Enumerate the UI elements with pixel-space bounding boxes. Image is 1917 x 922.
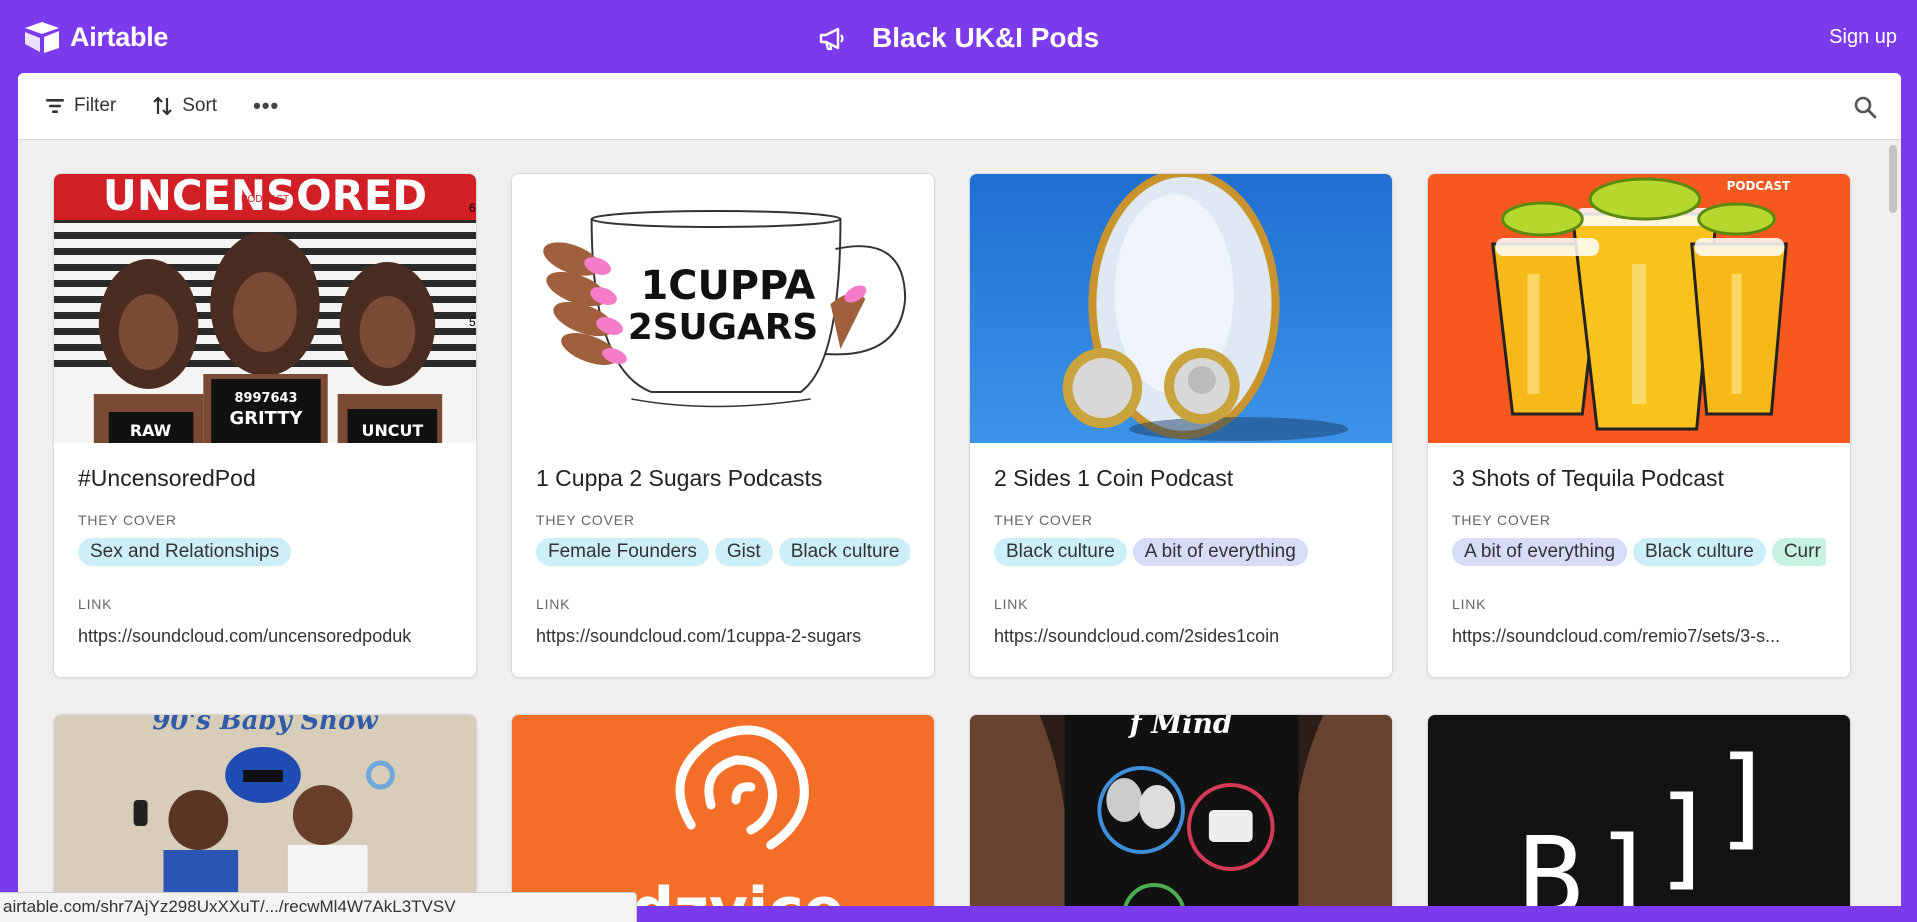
gallery-panel: Filter Sort ••• UNCENSORED PODCAST 6 5 R… (18, 73, 1901, 906)
field-label-covers: THEY COVER (994, 512, 1093, 528)
svg-text:PODCAST: PODCAST (1727, 179, 1791, 193)
link-value: https://soundcloud.com/uncensoredpoduk (78, 626, 412, 646)
record-card[interactable]: rdzvice (511, 714, 935, 906)
tag-list: A bit of everything Black culture Curr (1452, 538, 1826, 566)
brand[interactable]: Airtable (22, 20, 168, 54)
tag: Female Founders (536, 538, 709, 566)
record-card[interactable]: B ] ] ] (1427, 714, 1851, 906)
airtable-logo-icon (25, 22, 59, 53)
field-label-covers: THEY COVER (1452, 512, 1551, 528)
sort-icon (153, 96, 173, 116)
tag: Curr (1771, 538, 1826, 566)
more-icon[interactable]: ••• (253, 93, 279, 119)
svg-text:]: ] (1652, 773, 1718, 901)
field-label-covers: THEY COVER (78, 512, 177, 528)
svg-text:UNCUT: UNCUT (362, 421, 424, 440)
megaphone-icon (819, 27, 844, 51)
svg-text:RAW: RAW (130, 421, 172, 440)
cover-text: PODCAST (241, 194, 289, 205)
tag-list: Female Founders Gist Black culture (536, 538, 910, 566)
tag: Black culture (1633, 538, 1766, 566)
field-label-link: LINK (536, 596, 571, 612)
filter-label: Filter (74, 95, 117, 116)
svg-text:]: ] (1712, 733, 1778, 861)
card-cover-image: 90's Baby Show (54, 715, 476, 906)
card-cover-image: 1CUPPA 2SUGARS (512, 174, 934, 443)
svg-text:90's Baby Show: 90's Baby Show (152, 715, 379, 736)
svg-text:rdzvice: rdzvice (602, 875, 844, 906)
tag: A bit of everything (1452, 538, 1628, 566)
card-cover-image: UNCENSORED PODCAST 6 5 RAW 8997643 GRITT… (54, 174, 476, 443)
card-cover-image: f Mind (970, 715, 1392, 906)
record-card[interactable]: 1CUPPA 2SUGARS 1 Cuppa 2 Sugars Podcasts… (511, 173, 935, 678)
tag-list: Black culture A bit of everything (994, 538, 1368, 566)
card-cover-image: PODCAST (1428, 174, 1850, 443)
svg-text:1CUPPA: 1CUPPA (641, 263, 816, 309)
card-title: 3 Shots of Tequila Podcast (1452, 465, 1724, 491)
svg-text:6: 6 (469, 201, 476, 215)
card-cover-image (970, 174, 1392, 443)
tag: Gist (714, 538, 773, 566)
svg-text:5: 5 (469, 315, 476, 329)
signup-link[interactable]: Sign up (1829, 26, 1897, 49)
record-card[interactable]: f Mind (969, 714, 1393, 906)
svg-text:f Mind: f Mind (1128, 715, 1233, 740)
card-title: 1 Cuppa 2 Sugars Podcasts (536, 465, 823, 491)
filter-icon (46, 99, 64, 113)
svg-text:]: ] (1592, 813, 1658, 906)
tag-list: Sex and Relationships (78, 538, 452, 566)
link-value: https://soundcloud.com/1cuppa-2-sugars (536, 626, 862, 646)
svg-text:GRITTY: GRITTY (230, 408, 304, 429)
field-label-link: LINK (994, 596, 1029, 612)
card-title: #UncensoredPod (78, 465, 256, 491)
record-card[interactable]: 2 Sides 1 Coin Podcast THEY COVER Black … (969, 173, 1393, 678)
tag: Black culture (994, 538, 1127, 566)
filter-button[interactable]: Filter (44, 95, 116, 117)
svg-text:B: B (1518, 813, 1584, 906)
card-title: 2 Sides 1 Coin Podcast (994, 465, 1234, 491)
field-label-link: LINK (1452, 596, 1487, 612)
link-value: https://soundcloud.com/2sides1coin (994, 626, 1280, 646)
view-toolbar: Filter Sort ••• (18, 73, 1901, 140)
svg-text:2SUGARS: 2SUGARS (628, 307, 818, 348)
link-value: https://soundcloud.com/remio7/sets/3-s..… (1452, 626, 1781, 646)
field-label-link: LINK (78, 596, 113, 612)
base-title: Black UK&I Pods (818, 20, 1099, 56)
svg-text:8997643: 8997643 (235, 391, 298, 406)
status-bar-url: airtable.com/shr7AjYz298UxXXuT/.../recwM… (0, 892, 637, 922)
record-card[interactable]: 90's Baby Show (53, 714, 477, 906)
tag: Sex and Relationships (78, 538, 292, 566)
page-title: Black UK&I Pods (872, 22, 1100, 53)
card-cover-image: B ] ] ] (1428, 715, 1850, 906)
scrollbar[interactable] (1889, 145, 1897, 213)
search-icon[interactable] (1853, 95, 1877, 119)
tag: Black culture (778, 538, 910, 566)
sort-button[interactable]: Sort (152, 95, 217, 117)
tag: A bit of everything (1132, 538, 1308, 566)
record-card[interactable]: PODCAST 3 Shots of Tequila Podcast THEY … (1427, 173, 1851, 678)
record-card[interactable]: UNCENSORED PODCAST 6 5 RAW 8997643 GRITT… (53, 173, 477, 678)
top-bar: Airtable Black UK&I Pods Sign up (0, 0, 1917, 73)
card-cover-image: rdzvice (512, 715, 934, 906)
sort-label: Sort (182, 95, 218, 116)
field-label-covers: THEY COVER (536, 512, 635, 528)
brand-name: Airtable (70, 21, 169, 52)
